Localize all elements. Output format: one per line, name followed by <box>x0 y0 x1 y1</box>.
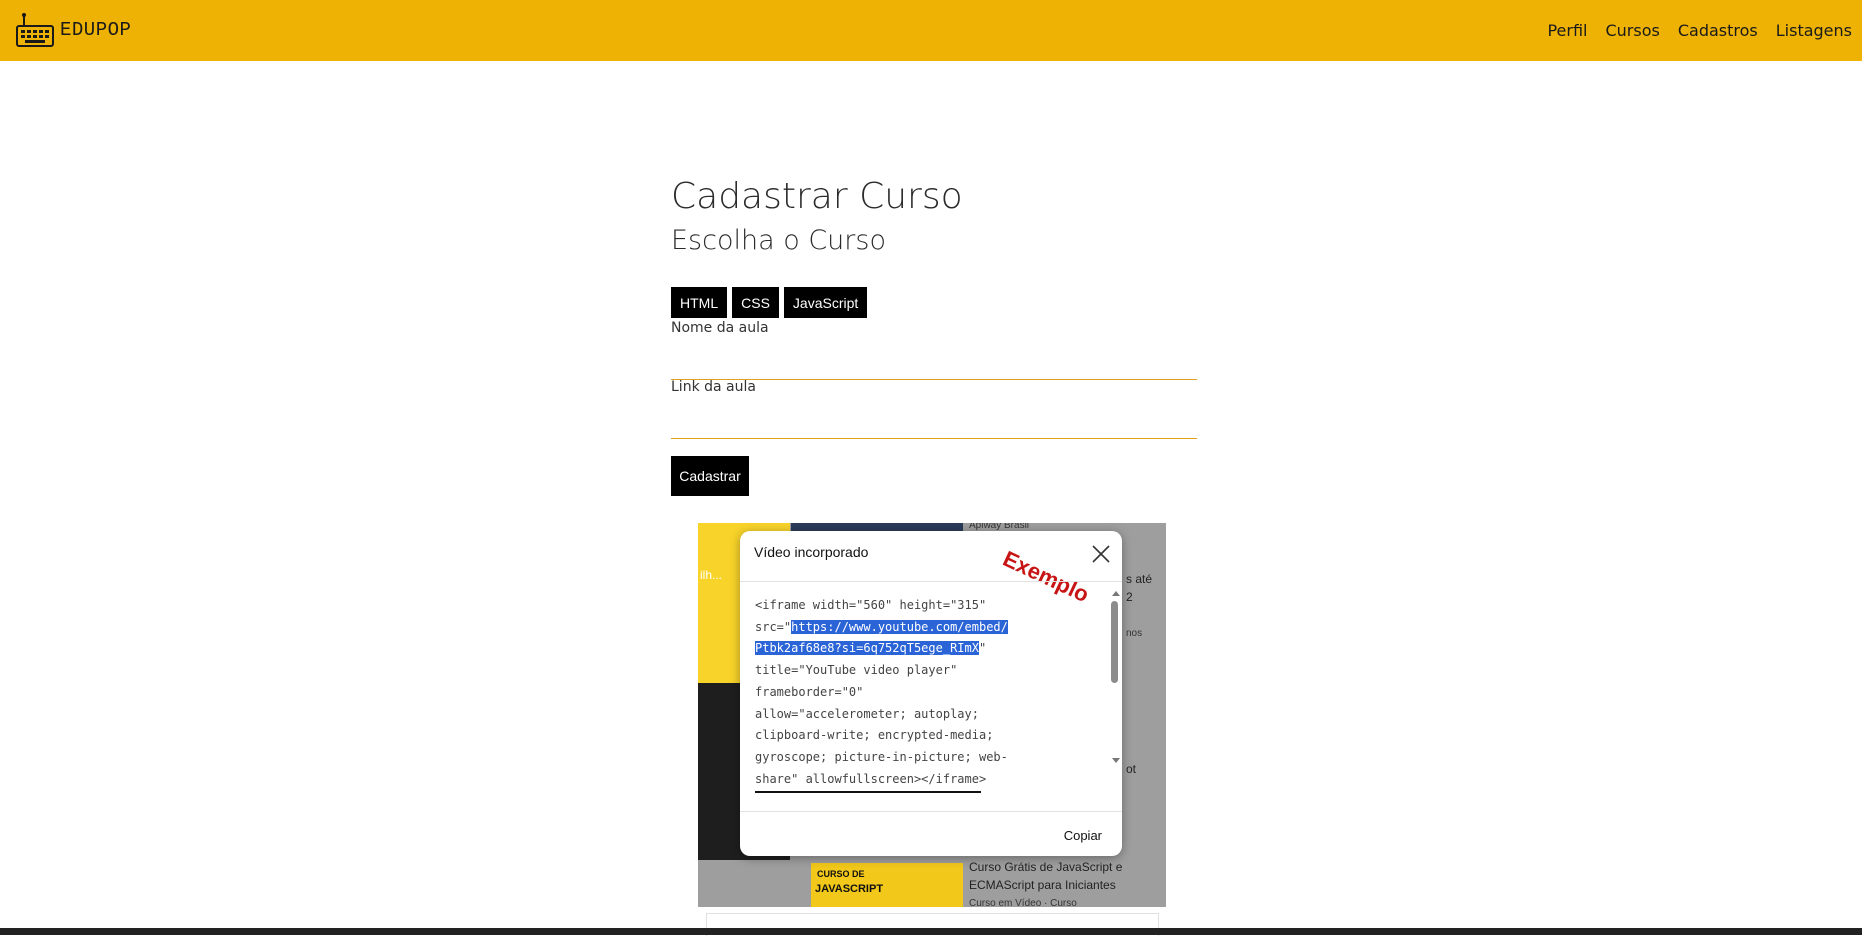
lesson-link-input[interactable] <box>671 410 1197 439</box>
nav-perfil[interactable]: Perfil <box>1547 21 1587 40</box>
background-text: ilh... <box>700 568 723 582</box>
keyboard-icon <box>16 13 54 47</box>
close-icon[interactable] <box>1090 543 1112 565</box>
course-selector: HTML CSS JavaScript <box>671 287 868 318</box>
brand-name: EDUPOP <box>60 19 132 41</box>
thumb-label: JAVASCRIPT <box>815 883 884 895</box>
course-html-button[interactable]: HTML <box>671 287 728 318</box>
embed-example-image: Apiway Brasil ilh... s até 2 nos ot CURS… <box>698 523 1166 907</box>
dialog-title: Vídeo incorporado <box>754 544 869 560</box>
lesson-name-label: Nome da aula <box>671 320 769 336</box>
lesson-link-label: Link da aula <box>671 379 756 395</box>
code-selected-url: https://www.youtube.com/embed/ Ptbk2af68… <box>755 619 1008 656</box>
background-thumbnail-js: CURSO DE JAVASCRIPT <box>811 863 963 907</box>
page-title: Cadastrar Curso <box>671 176 963 217</box>
divider <box>740 581 1122 582</box>
main-nav: Perfil Cursos Cadastros Listagens <box>1547 0 1852 61</box>
embed-dialog: Vídeo incorporado Exemplo <iframe width=… <box>740 531 1122 856</box>
divider <box>740 811 1122 812</box>
copy-button[interactable]: Copiar <box>1064 828 1102 843</box>
embed-code-textarea[interactable]: <iframe width="560" height="315" src="ht… <box>755 595 1008 790</box>
course-javascript-button[interactable]: JavaScript <box>783 287 868 318</box>
background-text: 2 <box>1126 590 1133 604</box>
nav-cadastros[interactable]: Cadastros <box>1678 21 1758 40</box>
page-subtitle: Escolha o Curso <box>671 225 886 256</box>
top-navbar: EDUPOP Perfil Cursos Cadastros Listagens <box>0 0 1862 61</box>
bottom-bar <box>0 928 1862 935</box>
course-form: Cadastrar Curso Escolha o Curso HTML CSS… <box>671 170 1197 496</box>
background-text: s até <box>1126 572 1153 586</box>
brand-logo[interactable]: EDUPOP <box>16 12 131 48</box>
background-video-title: Curso Grátis de JavaScript e ECMAScript … <box>969 860 1123 892</box>
scroll-thumb[interactable] <box>1111 601 1118 683</box>
course-css-button[interactable]: CSS <box>732 287 779 318</box>
background-channel: Curso em Vídeo · Curso <box>969 898 1077 907</box>
code-text: " title="YouTube video player" framebord… <box>755 641 1008 786</box>
background-text: nos <box>1126 628 1143 639</box>
example-stamp: Exemplo <box>999 545 1093 608</box>
textarea-focus-underline <box>755 791 981 793</box>
thumb-label: CURSO DE <box>817 869 865 879</box>
nav-cursos[interactable]: Cursos <box>1605 21 1659 40</box>
background-text: ot <box>1126 762 1137 776</box>
lesson-name-input[interactable] <box>671 351 1197 380</box>
nav-listagens[interactable]: Listagens <box>1776 21 1852 40</box>
submit-button[interactable]: Cadastrar <box>671 456 749 496</box>
